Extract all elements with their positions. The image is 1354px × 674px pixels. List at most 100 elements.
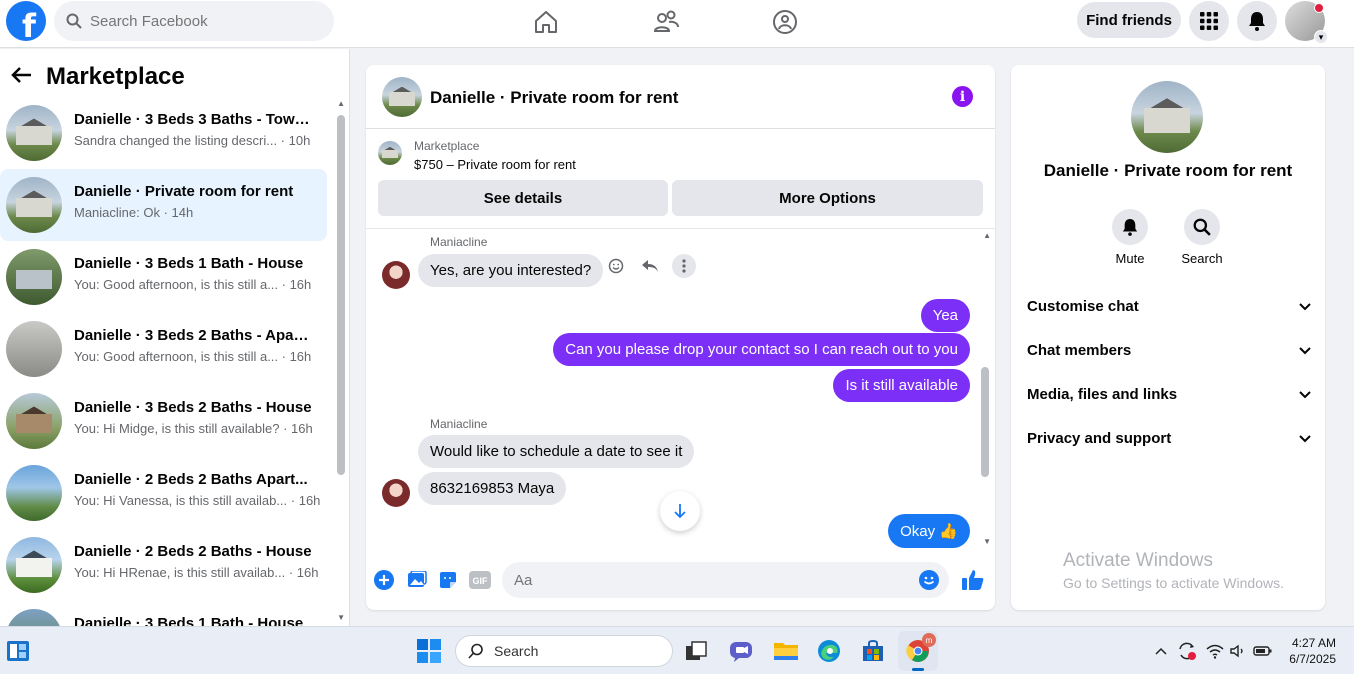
conversation-preview: You: Good afternoon, is this still a... … xyxy=(74,349,312,364)
reply-icon[interactable] xyxy=(638,254,662,278)
message-composer: GIF xyxy=(366,555,995,605)
taskbar-search-label: Search xyxy=(494,643,539,659)
listing-category: Marketplace xyxy=(414,139,480,153)
incoming-message[interactable]: 8632169853 Maya xyxy=(418,472,567,505)
chevron-up-icon[interactable] xyxy=(1154,639,1170,663)
mute-button[interactable]: Mute xyxy=(1100,209,1160,266)
gif-icon[interactable]: GIF xyxy=(469,569,491,591)
conversation-item[interactable]: Danielle · 3 Beds 2 Baths - Apart... You… xyxy=(0,313,327,385)
chat-app-icon[interactable] xyxy=(729,639,753,663)
facebook-logo[interactable]: f xyxy=(6,1,46,41)
task-view-icon[interactable] xyxy=(684,639,708,663)
conversation-item[interactable]: Danielle · 3 Beds 1 Bath - House xyxy=(0,601,327,626)
see-details-button[interactable]: See details xyxy=(378,180,668,216)
active-indicator xyxy=(912,668,924,671)
listing-thumbnail xyxy=(6,393,62,449)
top-nav-bar: f Find friends ▾ xyxy=(0,0,1354,48)
scroll-up-arrow-icon[interactable]: ▲ xyxy=(337,99,345,108)
sync-icon[interactable] xyxy=(1176,639,1200,663)
chat-panel: Danielle · Private room for rent i Marke… xyxy=(366,65,995,610)
message-actions xyxy=(604,254,696,278)
thumbs-up-icon[interactable] xyxy=(960,569,986,591)
taskbar-search[interactable]: Search xyxy=(455,635,673,667)
conversation-item[interactable]: Danielle · 3 Beds 1 Bath - House You: Go… xyxy=(0,241,327,313)
start-windows-icon[interactable] xyxy=(417,639,441,663)
groups-icon[interactable] xyxy=(770,8,800,36)
chat-title[interactable]: Danielle · Private room for rent xyxy=(430,88,678,108)
search-label: Search xyxy=(1181,251,1223,266)
search-conversation-button[interactable]: Search xyxy=(1172,209,1232,266)
chat-members-row[interactable]: Chat members xyxy=(1027,338,1311,362)
message-sender: Maniacline xyxy=(430,417,488,431)
customise-chat-row[interactable]: Customise chat xyxy=(1027,294,1311,318)
incoming-message[interactable]: Yes, are you interested? xyxy=(418,254,604,287)
chat-avatar[interactable] xyxy=(382,77,422,117)
outgoing-message[interactable]: Okay 👍 xyxy=(888,514,970,548)
conversation-item[interactable]: Danielle · 2 Beds 2 Baths - House You: H… xyxy=(0,529,327,601)
clock-date: 6/7/2025 xyxy=(1289,652,1336,666)
wifi-icon[interactable] xyxy=(1205,639,1229,663)
scroll-to-bottom-button[interactable] xyxy=(660,491,700,531)
incoming-message[interactable]: Would like to schedule a date to see it xyxy=(418,435,695,468)
listing-thumbnail xyxy=(6,249,62,305)
photo-icon[interactable] xyxy=(406,569,428,591)
home-icon[interactable] xyxy=(531,8,561,36)
row-label: Media, files and links xyxy=(1027,385,1178,403)
sidebar-scrollbar[interactable] xyxy=(337,115,345,475)
profile-avatar[interactable]: ▾ xyxy=(1285,1,1328,44)
conversation-preview: You: Hi Midge, is this still available? … xyxy=(74,421,313,436)
listing-thumbnail xyxy=(378,141,402,165)
conversation-title: Danielle · 3 Beds 3 Baths - Town... xyxy=(74,111,314,128)
emoji-icon[interactable] xyxy=(919,570,939,590)
edge-browser-icon[interactable] xyxy=(817,639,841,663)
outgoing-message[interactable]: Can you please drop your contact so I ca… xyxy=(553,333,970,366)
chat-scrollbar[interactable] xyxy=(981,367,989,477)
listing-thumbnail xyxy=(6,537,62,593)
sender-avatar[interactable] xyxy=(382,479,410,507)
menu-grid-button[interactable] xyxy=(1189,1,1229,41)
listing-card: Marketplace $750 – Private room for rent… xyxy=(366,129,995,229)
store-icon[interactable] xyxy=(861,639,885,663)
info-icon[interactable]: i xyxy=(952,86,973,107)
svg-text:GIF: GIF xyxy=(473,576,489,586)
more-options-icon[interactable] xyxy=(672,254,696,278)
widgets-icon[interactable] xyxy=(6,639,30,663)
conversation-item[interactable]: Danielle · 3 Beds 2 Baths - House You: H… xyxy=(0,385,327,457)
message-input[interactable] xyxy=(514,571,894,589)
file-explorer-icon[interactable] xyxy=(773,639,798,663)
sticker-icon[interactable] xyxy=(437,569,459,591)
find-friends-button[interactable]: Find friends xyxy=(1077,2,1181,38)
conversation-preview: Sandra changed the listing descri... · 1… xyxy=(74,133,311,148)
media-files-links-row[interactable]: Media, files and links xyxy=(1027,382,1311,406)
sender-avatar[interactable] xyxy=(382,261,410,289)
plus-icon[interactable] xyxy=(373,569,395,591)
listing-thumbnail xyxy=(6,177,62,233)
conversation-item[interactable]: Danielle · 2 Beds 2 Baths Apart... You: … xyxy=(0,457,327,529)
react-emoji-icon[interactable] xyxy=(604,254,628,278)
privacy-support-row[interactable]: Privacy and support xyxy=(1027,426,1311,450)
volume-icon[interactable] xyxy=(1228,639,1252,663)
scroll-up-arrow-icon[interactable]: ▲ xyxy=(983,231,991,240)
battery-icon[interactable] xyxy=(1252,639,1276,663)
chevron-down-icon xyxy=(1299,386,1311,403)
conversation-title: Danielle · Private room for rent xyxy=(74,183,294,200)
scroll-down-arrow-icon[interactable]: ▼ xyxy=(983,537,991,546)
search-input[interactable] xyxy=(90,12,310,30)
conversation-title: Danielle · 3 Beds 1 Bath - House xyxy=(74,615,304,626)
friends-icon[interactable] xyxy=(651,8,681,36)
conversation-preview: You: Good afternoon, is this still a... … xyxy=(74,277,312,292)
listing-avatar[interactable] xyxy=(1131,81,1203,153)
outgoing-message[interactable]: Yea xyxy=(920,299,970,332)
conversation-item[interactable]: Danielle · 3 Beds 3 Baths - Town... Sand… xyxy=(0,97,327,169)
taskbar-clock[interactable]: 4:27 AM 6/7/2025 xyxy=(1289,635,1336,667)
notifications-button[interactable] xyxy=(1237,1,1277,41)
chrome-taskbar-active[interactable]: m xyxy=(898,631,938,671)
chevron-down-icon xyxy=(1299,342,1311,359)
more-options-button[interactable]: More Options xyxy=(672,180,983,216)
conversation-item-active[interactable]: Danielle · Private room for rent Maniacl… xyxy=(0,169,327,241)
search-box[interactable] xyxy=(54,1,334,41)
back-arrow-icon[interactable] xyxy=(10,63,32,91)
outgoing-message[interactable]: Is it still available xyxy=(833,369,970,402)
message-input-wrapper[interactable] xyxy=(502,562,949,598)
scroll-down-arrow-icon[interactable]: ▼ xyxy=(337,613,345,622)
